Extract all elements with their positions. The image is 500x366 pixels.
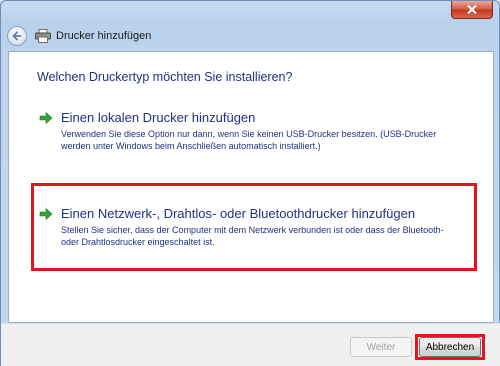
wizard-content: Welchen Druckertyp möchten Sie installie… xyxy=(8,51,494,323)
next-button[interactable]: Weiter xyxy=(350,337,412,357)
wizard-footer: Weiter Abbrechen xyxy=(1,323,500,366)
window-title: Drucker hinzufügen xyxy=(56,30,152,42)
add-printer-window: Drucker hinzufügen Welchen Druckertyp mö… xyxy=(0,0,500,366)
option-local-printer-desc-line2: werden unter Windows beim Anschließen au… xyxy=(61,141,321,151)
close-button[interactable] xyxy=(451,1,493,19)
option-network-printer-title: Einen Netzwerk-, Drahtlos- oder Bluetoot… xyxy=(61,206,416,221)
printer-icon xyxy=(35,28,51,44)
option-network-printer[interactable]: Einen Netzwerk-, Drahtlos- oder Bluetoot… xyxy=(39,206,469,248)
cancel-button[interactable]: Abbrechen xyxy=(419,337,481,357)
option-network-printer-desc-line2: oder Drahtlosdrucker eingeschaltet ist. xyxy=(61,237,215,247)
green-arrow-icon xyxy=(39,111,53,125)
close-icon xyxy=(467,5,477,14)
option-network-printer-desc-line1: Stellen Sie sicher, dass der Computer mi… xyxy=(61,225,444,235)
green-arrow-icon xyxy=(39,207,53,221)
option-local-printer-title: Einen lokalen Drucker hinzufügen xyxy=(61,110,256,125)
option-local-printer-desc-line1: Verwenden Sie diese Option nur dann, wen… xyxy=(61,129,437,139)
option-local-printer[interactable]: Einen lokalen Drucker hinzufügen Verwend… xyxy=(39,110,459,152)
back-button[interactable] xyxy=(7,26,27,46)
page-heading: Welchen Druckertyp möchten Sie installie… xyxy=(37,70,293,84)
back-arrow-icon xyxy=(12,31,22,41)
navigation-bar: Drucker hinzufügen xyxy=(7,25,491,47)
